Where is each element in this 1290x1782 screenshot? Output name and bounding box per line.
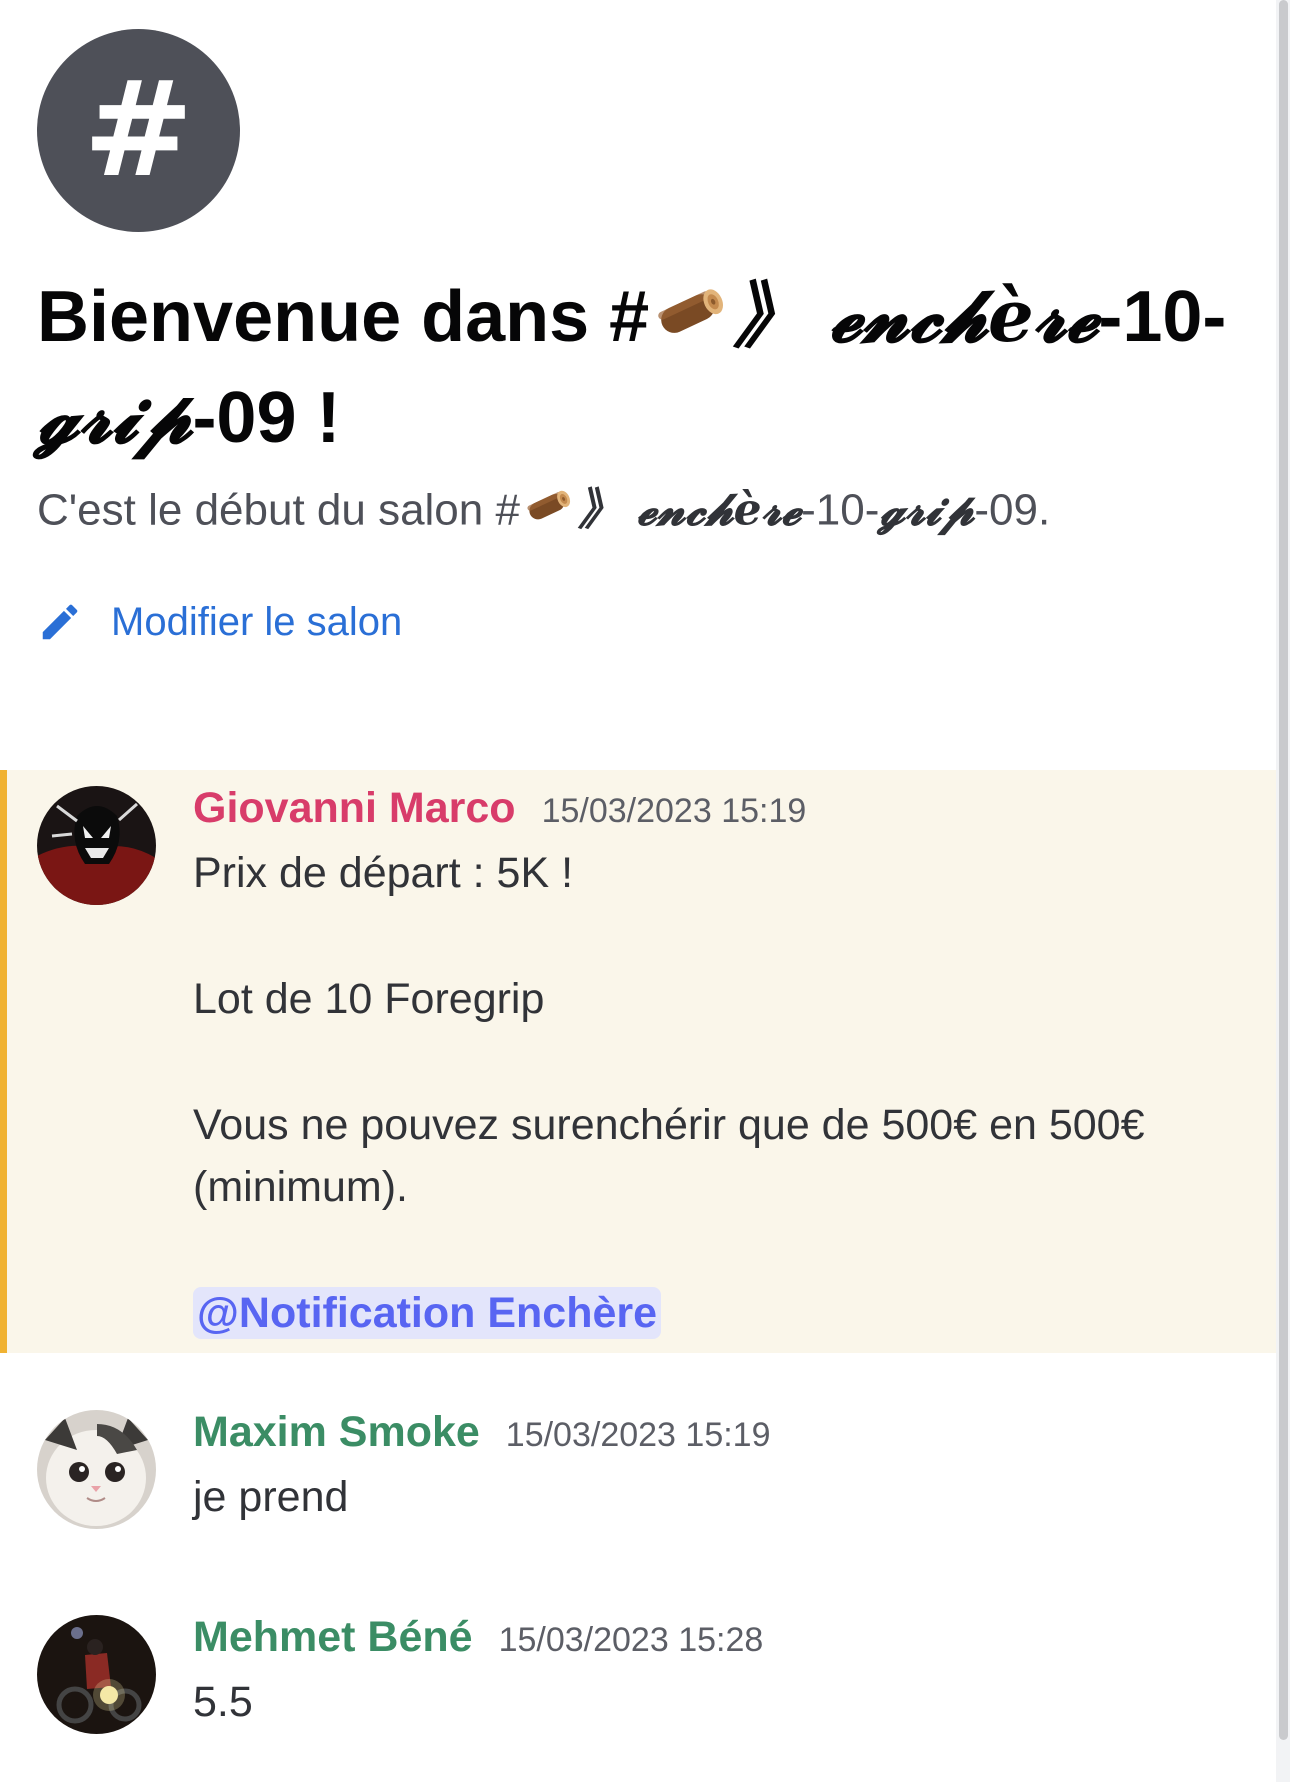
- avatar[interactable]: [37, 786, 156, 905]
- message-content: 5.5: [193, 1671, 1243, 1733]
- timestamp: 15/03/2023 15:19: [541, 792, 807, 830]
- start-prefix: C'est le début du salon #: [37, 485, 520, 535]
- message[interactable]: Mehmet Béné 15/03/2023 15:28 5.5: [0, 1605, 1276, 1775]
- start-part: -10-: [801, 485, 880, 535]
- channel-hash-icon: #: [37, 29, 240, 232]
- avatar[interactable]: [37, 1410, 156, 1529]
- scrollbar-thumb[interactable]: [1279, 0, 1288, 1740]
- message-line: Prix de départ : 5K !: [193, 849, 574, 897]
- message[interactable]: Giovanni Marco 15/03/2023 15:19 Prix de …: [0, 770, 1276, 1353]
- message-line: Vous ne pouvez surenchérir que de 500€ e…: [193, 1101, 1145, 1211]
- channel-name-part-2: -09 !: [192, 377, 341, 458]
- channel-name-fancy-2: 𝓰𝓻𝓲𝓹: [37, 373, 193, 459]
- message-header: Mehmet Béné 15/03/2023 15:28: [193, 1613, 763, 1662]
- message-header: Maxim Smoke 15/03/2023 15:19: [193, 1408, 771, 1457]
- wood-log-icon: [524, 480, 574, 546]
- message[interactable]: Maxim Smoke 15/03/2023 15:19 je prend: [0, 1400, 1276, 1560]
- welcome-prefix: Bienvenue dans #: [37, 277, 650, 357]
- message-content: Prix de départ : 5K ! Lot de 10 Foregrip…: [193, 842, 1243, 1344]
- edit-channel-button[interactable]: Modifier le salon: [37, 592, 402, 652]
- message-line: 5.5: [193, 1678, 253, 1726]
- timestamp: 15/03/2023 15:19: [505, 1416, 771, 1454]
- role-mention[interactable]: @Notification Enchère: [193, 1287, 662, 1339]
- channel-name-fancy: 》 𝓮𝓷𝓬𝓱è𝓻𝓮: [733, 273, 1099, 358]
- timestamp: 15/03/2023 15:28: [498, 1621, 764, 1659]
- welcome-title: Bienvenue dans # 》 𝓮𝓷𝓬𝓱è𝓻𝓮-10- 𝓰𝓻𝓲𝓹-09 !: [37, 270, 1257, 464]
- start-fancy-2: 𝓰𝓻𝓲𝓹: [879, 484, 975, 536]
- author-name[interactable]: Giovanni Marco: [193, 784, 516, 833]
- message-line: Lot de 10 Foregrip: [193, 975, 545, 1023]
- message-line: je prend: [193, 1473, 349, 1521]
- scrollbar[interactable]: [1276, 0, 1290, 1782]
- avatar[interactable]: [37, 1615, 156, 1734]
- pencil-icon: [42, 604, 78, 640]
- start-fancy: 》 𝓮𝓷𝓬𝓱è𝓻𝓮: [577, 484, 802, 536]
- channel-name-part: -10-: [1098, 277, 1227, 357]
- message-header: Giovanni Marco 15/03/2023 15:19: [193, 784, 806, 833]
- edit-channel-label: Modifier le salon: [111, 599, 403, 644]
- author-name[interactable]: Mehmet Béné: [193, 1613, 473, 1662]
- start-part-2: -09.: [974, 485, 1051, 535]
- message-content: je prend: [193, 1466, 1243, 1528]
- author-name[interactable]: Maxim Smoke: [193, 1408, 480, 1457]
- channel-start-text: C'est le début du salon # 》 𝓮𝓷𝓬𝓱è𝓻𝓮-10-𝓰𝓻…: [37, 480, 1257, 546]
- wood-log-icon: [653, 273, 729, 371]
